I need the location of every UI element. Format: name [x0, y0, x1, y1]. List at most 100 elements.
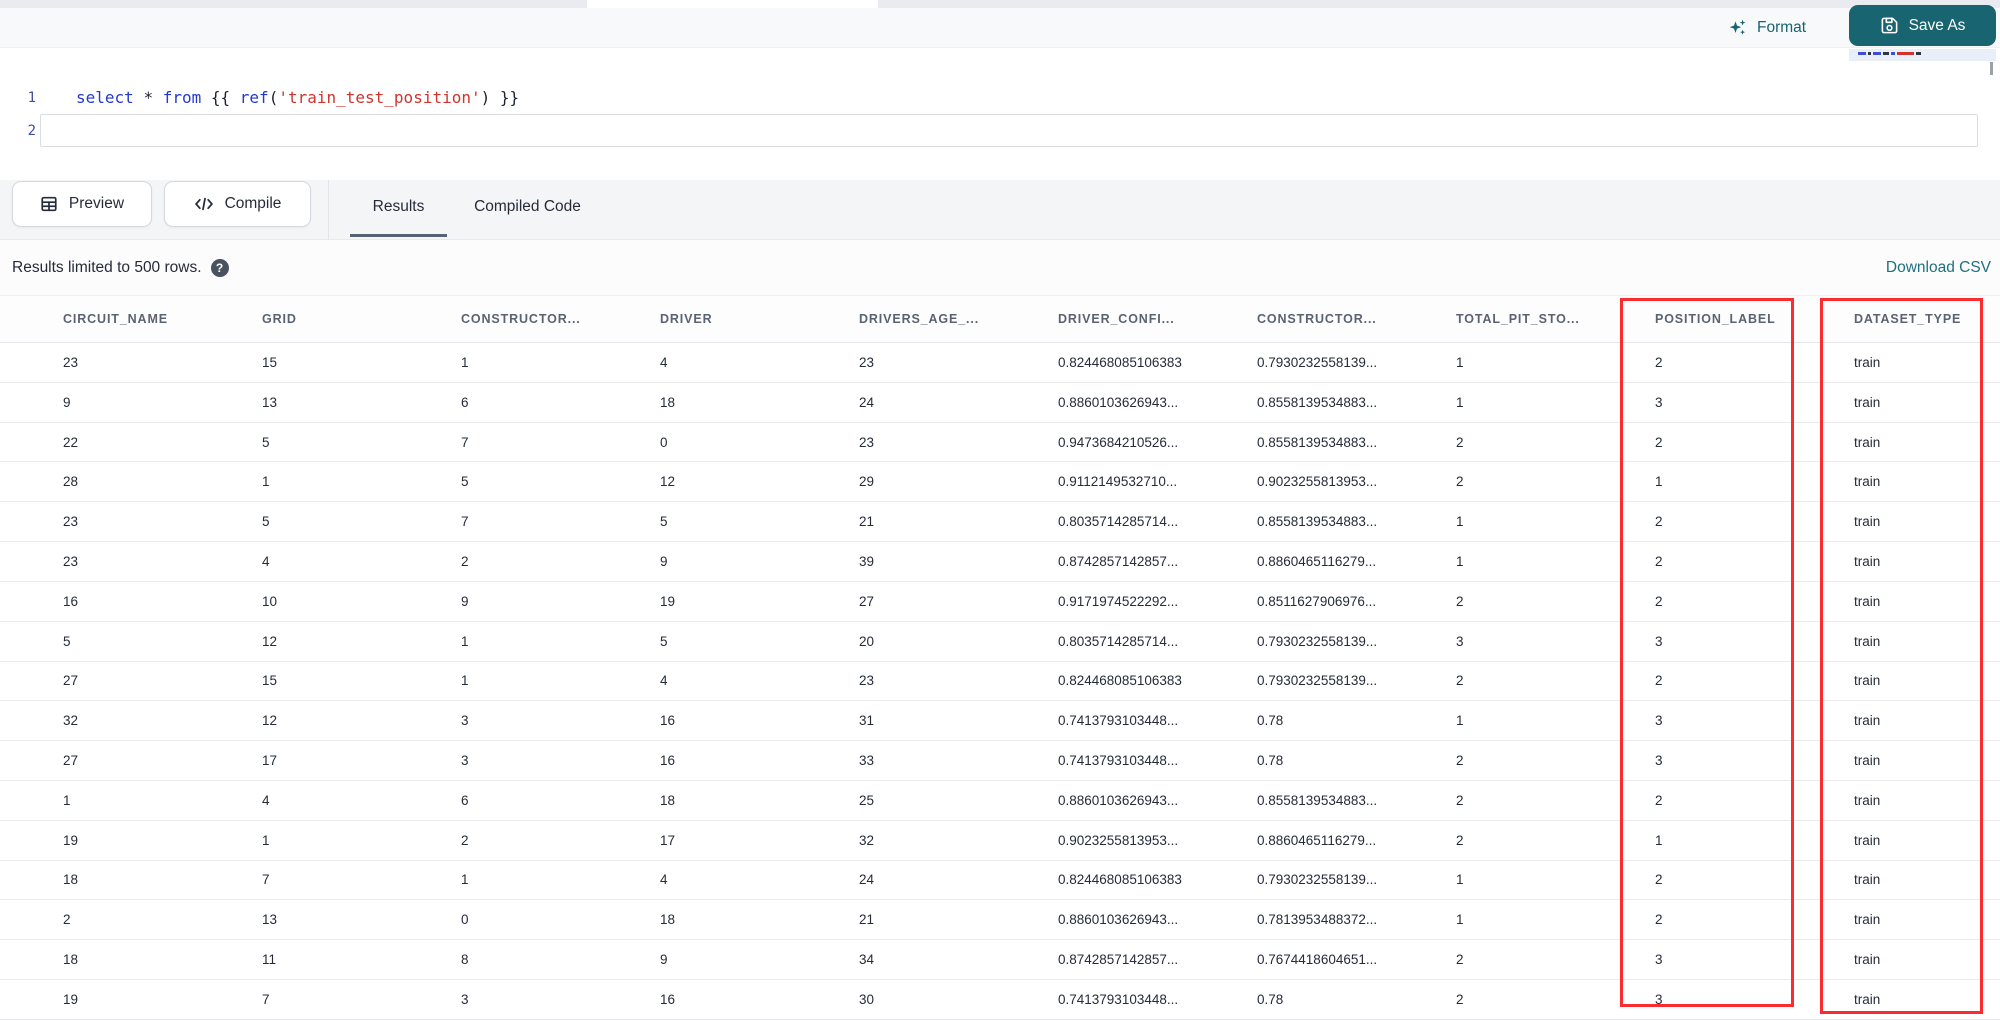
table-cell: 24 — [859, 872, 875, 888]
table-cell: 8 — [461, 952, 469, 968]
table-cell: train — [1854, 354, 1881, 370]
results-table-header: CIRCUIT_NAME GRID CONSTRUCTOR... DRIVER DRIV… — [0, 295, 2000, 343]
help-icon[interactable]: ? — [210, 258, 229, 277]
table-cell: 19 — [660, 593, 676, 609]
table-cell: 1 — [1655, 474, 1663, 490]
table-cell: 0.824468085106383 — [1058, 354, 1182, 370]
overview-ruler-marker — [1990, 62, 1993, 75]
active-file-tab[interactable] — [587, 0, 878, 8]
table-row: 22 5 7 0 23 0.9473684210526... 0.8558139534883… — [0, 423, 2000, 463]
table-cell: 0.78 — [1257, 991, 1284, 1007]
table-row: 27 15 1 4 23 0.824468085106383 0.7930232558139… — [0, 662, 2000, 702]
code-token: }} — [490, 88, 520, 107]
table-cell: 18 — [63, 872, 79, 888]
table-cell: 34 — [859, 952, 875, 968]
table-cell: 1 — [1456, 872, 1464, 888]
table-cell: 2 — [1456, 673, 1464, 689]
table-cell: 0.9023255813953... — [1058, 832, 1179, 848]
table-cell: 5 — [660, 633, 668, 649]
table-row: 18 7 1 4 24 0.824468085106383 0.7930232558139.… — [0, 861, 2000, 901]
table-cell: 1 — [461, 872, 469, 888]
table-cell: 1 — [262, 474, 270, 490]
table-cell: 18 — [63, 952, 79, 968]
table-cell: 7 — [461, 514, 469, 530]
table-cell: 3 — [1655, 991, 1663, 1007]
save-as-button[interactable]: Save As — [1849, 5, 1996, 46]
code-icon — [194, 195, 214, 213]
code-token: ) — [480, 88, 491, 107]
table-cell: 5 — [262, 514, 270, 530]
table-cell: 27 — [63, 753, 79, 769]
table-cell: 0.8742857142857... — [1058, 952, 1179, 968]
table-cell: 13 — [262, 912, 278, 928]
table-cell: train — [1854, 514, 1881, 530]
table-cell: 4 — [660, 673, 668, 689]
tab-results[interactable]: Results — [350, 180, 447, 240]
table-cell: 9 — [660, 952, 668, 968]
table-cell: 1 — [1456, 354, 1464, 370]
tab-compiled-code[interactable]: Compiled Code — [458, 180, 597, 240]
table-cell: 33 — [859, 753, 875, 769]
table-cell: 1 — [461, 354, 469, 370]
editor-minimap[interactable] — [1849, 48, 1996, 180]
table-cell: 32 — [859, 832, 875, 848]
table-cell: 5 — [63, 633, 71, 649]
download-csv-link[interactable]: Download CSV — [1886, 240, 1991, 295]
table-cell: 0.824468085106383 — [1058, 872, 1182, 888]
table-cell: 10 — [262, 593, 278, 609]
table-cell: 2 — [63, 912, 71, 928]
table-cell: 23 — [63, 354, 79, 370]
table-cell: 17 — [660, 832, 676, 848]
table-cell: 12 — [262, 713, 278, 729]
table-cell: 0.7930232558139... — [1257, 673, 1378, 689]
table-cell: 16 — [63, 593, 79, 609]
table-cell: 1 — [1456, 553, 1464, 569]
compile-button[interactable]: Compile — [164, 181, 311, 227]
table-cell: 1 — [1655, 832, 1663, 848]
table-cell: 0.8742857142857... — [1058, 553, 1179, 569]
table-cell: 1 — [1456, 912, 1464, 928]
table-cell: 2 — [461, 832, 469, 848]
table-cell: 4 — [262, 792, 270, 808]
table-cell: 2 — [1655, 514, 1663, 530]
table-cell: 0 — [461, 912, 469, 928]
table-cell: 0.7413793103448... — [1058, 991, 1179, 1007]
table-cell: 2 — [1456, 434, 1464, 450]
code-token: * — [143, 88, 154, 107]
minimap-code-line — [1858, 52, 1921, 55]
table-cell: 0.9112149532710... — [1058, 474, 1178, 490]
table-cell: 1 — [461, 673, 469, 689]
table-cell: 0.78 — [1257, 753, 1284, 769]
table-cell: 25 — [859, 792, 875, 808]
preview-button[interactable]: Preview — [12, 181, 152, 227]
table-cell: 2 — [1456, 991, 1464, 1007]
table-cell: 0.7930232558139... — [1257, 354, 1378, 370]
table-cell: 0.8511627906976... — [1257, 593, 1377, 609]
table-cell: 31 — [859, 713, 875, 729]
table-cell: 3 — [1456, 633, 1464, 649]
table-cell: 0.8558139534883... — [1257, 514, 1378, 530]
table-cell: 4 — [660, 354, 668, 370]
table-cell: 0.7413793103448... — [1058, 753, 1179, 769]
format-button[interactable]: Format — [1728, 8, 1806, 48]
code-token: ref — [239, 88, 269, 107]
table-row: 16 10 9 19 27 0.9171974522292... 0.85116279069… — [0, 582, 2000, 622]
table-cell: 2 — [1456, 832, 1464, 848]
table-cell: 16 — [660, 991, 676, 1007]
table-cell: 0.8860103626943... — [1058, 792, 1179, 808]
table-cell: 0.8860103626943... — [1058, 912, 1179, 928]
line-number-2: 2 — [27, 122, 36, 139]
table-cell: 4 — [262, 553, 270, 569]
table-cell: 2 — [1655, 912, 1663, 928]
table-row: 19 7 3 16 30 0.7413793103448... 0.78 2 3 train — [0, 980, 2000, 1020]
sql-editor[interactable]: 1 select * from {{ ref('train_test_posit… — [0, 48, 2000, 180]
table-cell: 2 — [1655, 872, 1663, 888]
table-row: 32 12 3 16 31 0.7413793103448... 0.78 1 3 train — [0, 701, 2000, 742]
results-table-body: 23 15 1 4 23 0.824468085106383 0.7930232558139… — [0, 343, 2000, 1020]
code-token: ( — [268, 88, 279, 107]
table-cell: 39 — [859, 553, 875, 569]
table-row: 1 4 6 18 25 0.8860103626943... 0.8558139534883… — [0, 781, 2000, 821]
table-cell: train — [1854, 872, 1881, 888]
panel-divider — [328, 180, 329, 240]
